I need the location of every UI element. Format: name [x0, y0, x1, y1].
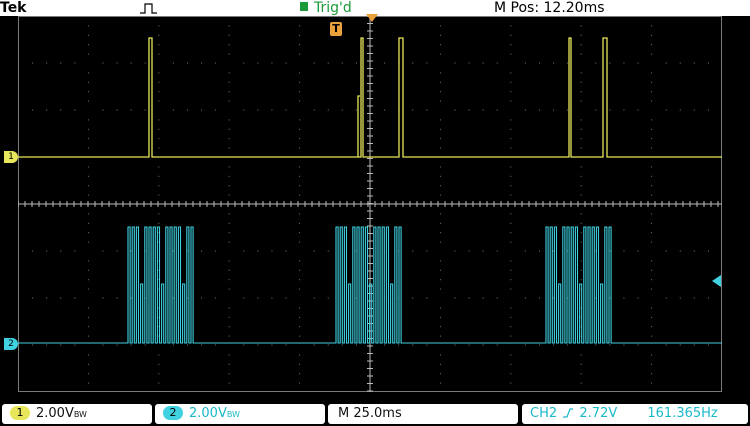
trigger-position-marker[interactable]: [366, 14, 378, 23]
trigger-point-label: T: [332, 22, 340, 35]
waveform-display: [18, 16, 722, 392]
channel-1-readout[interactable]: 1 2.00VBW: [2, 404, 152, 424]
trigger-point-marker[interactable]: T: [330, 22, 342, 36]
trigger-level: 2.72V: [579, 406, 618, 421]
trigger-status-text: Trig'd: [314, 0, 352, 16]
channel-2-ground-marker[interactable]: 2: [4, 338, 18, 350]
trigger-status-icon: [300, 2, 308, 11]
channel-1-ground-marker[interactable]: 1: [4, 151, 18, 163]
timebase-readout[interactable]: M 25.0ms: [328, 404, 518, 424]
channel-1-badge: 1: [10, 406, 30, 420]
channel-2-scale: 2.00VBW: [189, 406, 240, 421]
trigger-level-arrow[interactable]: [712, 275, 721, 287]
pulse-run-icon: [140, 3, 157, 14]
rising-edge-icon: [563, 408, 574, 418]
trigger-source: CH2: [530, 406, 558, 421]
channel-2-readout[interactable]: 2 2.00VBW: [155, 404, 325, 424]
readout-bar: 1 2.00VBW 2 2.00VBW M 25.0ms CH2 2.72V 161…: [0, 402, 750, 426]
horizontal-position-readout: M Pos: 12.20ms: [494, 0, 605, 16]
brand-logo: Tek: [0, 0, 27, 16]
channel-2-badge: 2: [163, 406, 183, 420]
channel-1-bw-indicator: BW: [73, 410, 87, 419]
channel-1-scale: 2.00VBW: [36, 406, 87, 421]
channel-2-marker-label: 2: [8, 339, 14, 349]
channel-2-bw-indicator: BW: [226, 410, 240, 419]
trigger-status: Trig'd: [300, 0, 352, 16]
frequency-readout: 161.365Hz: [647, 406, 718, 421]
trigger-readout[interactable]: CH2 2.72V 161.365Hz: [522, 404, 748, 424]
channel-1-marker-label: 1: [8, 152, 14, 162]
